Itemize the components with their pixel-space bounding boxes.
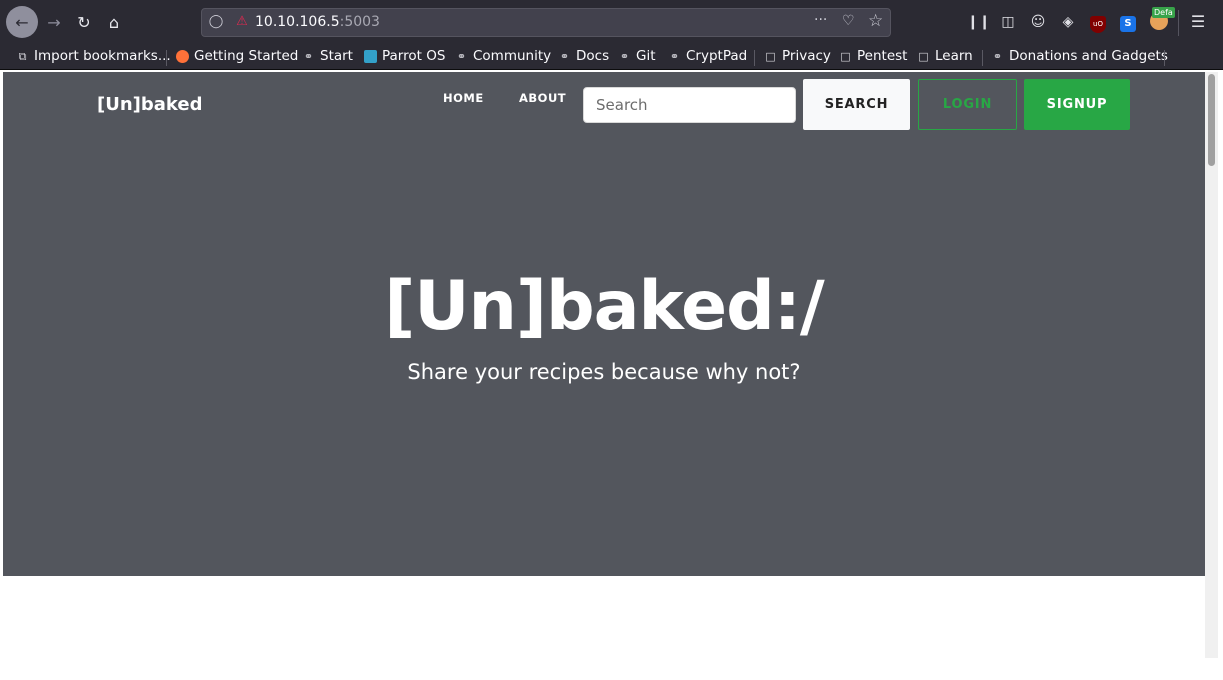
bookmark-label: Donations and Gadgets xyxy=(1009,48,1168,64)
page-actions-icon[interactable]: ··· xyxy=(814,12,827,28)
bookmark-label: Docs xyxy=(576,48,610,64)
bookmark-label: Privacy xyxy=(782,48,831,64)
scrollbar-thumb[interactable] xyxy=(1208,74,1215,166)
url-port: :5003 xyxy=(339,14,380,30)
home-button[interactable]: ⌂ xyxy=(98,6,130,38)
parrot-icon xyxy=(364,49,377,63)
arrow-left-icon: ← xyxy=(15,12,29,32)
bookmark-label: Learn xyxy=(935,48,973,64)
bookmark-divider xyxy=(166,50,167,66)
hero-section: [Un]baked HOME ABOUT SEARCH LOGIN SIGNUP… xyxy=(3,72,1205,576)
account-icon[interactable]: ☺ xyxy=(1028,12,1048,32)
signup-button[interactable]: SIGNUP xyxy=(1024,79,1130,130)
firefox-icon xyxy=(176,49,189,63)
browser-toolbar: ← → ↻ ⌂ ◯ ⚠ 10.10.106.5:5003 ··· ♡ ☆ ❙❙ … xyxy=(0,0,1223,42)
search-input[interactable] xyxy=(583,87,796,123)
sidebar-icon[interactable]: ◫ xyxy=(998,12,1018,32)
home-icon: ⌂ xyxy=(108,12,120,32)
folder-icon: □ xyxy=(918,49,929,63)
folder-icon: □ xyxy=(765,49,776,63)
bookmark-git[interactable]: ⚭ Git xyxy=(618,48,656,64)
globe-icon: ⚭ xyxy=(619,49,630,63)
nav-home-link[interactable]: HOME xyxy=(443,91,484,105)
forward-button[interactable]: → xyxy=(38,6,70,38)
toolbar-divider xyxy=(1178,10,1179,36)
extension-badge: Defa xyxy=(1152,7,1175,18)
bookmarks-bar: ⧉ Import bookmarks... Getting Started ⚭ St… xyxy=(0,42,1223,70)
nav-about-link[interactable]: ABOUT xyxy=(519,91,566,105)
bookmark-divider xyxy=(754,50,755,66)
bookmark-donations[interactable]: ⚭ Donations and Gadgets xyxy=(991,48,1168,64)
bookmark-docs[interactable]: ⚭ Docs xyxy=(558,48,609,64)
reload-icon: ↻ xyxy=(77,12,91,32)
bookmark-label: Start xyxy=(320,48,353,64)
globe-icon: ⚭ xyxy=(559,49,570,63)
hero-title: [Un]baked:/ xyxy=(384,267,825,346)
globe-icon: ⚭ xyxy=(456,49,467,63)
search-button[interactable]: SEARCH xyxy=(803,79,910,130)
insecure-lock-icon[interactable]: ⚠ xyxy=(234,14,250,30)
globe-icon: ⚭ xyxy=(992,49,1003,63)
bookmark-folder-learn[interactable]: □ Learn xyxy=(917,48,973,64)
bookmark-community[interactable]: ⚭ Community xyxy=(455,48,551,64)
bookmark-divider xyxy=(982,50,983,66)
url-host: 10.10.106.5 xyxy=(255,14,340,30)
bookmark-label: Parrot OS xyxy=(382,48,446,64)
bookmark-label: Import bookmarks... xyxy=(34,48,171,64)
bookmark-getting-started[interactable]: Getting Started xyxy=(176,48,298,64)
bookmark-label: Pentest xyxy=(857,48,908,64)
extension-face-icon[interactable]: Defa xyxy=(1149,7,1175,32)
globe-icon: ⚭ xyxy=(303,49,314,63)
extension-icon[interactable]: ◈ xyxy=(1058,12,1078,32)
bookmark-folder-pentest[interactable]: □ Pentest xyxy=(839,48,907,64)
bookmark-parrot-os[interactable]: Parrot OS xyxy=(364,48,445,64)
folder-icon: □ xyxy=(840,49,851,63)
bookmark-divider xyxy=(1164,50,1165,66)
bookmark-label: CryptPad xyxy=(686,48,748,64)
login-button[interactable]: LOGIN xyxy=(918,79,1017,130)
address-bar[interactable]: ◯ ⚠ 10.10.106.5:5003 ··· ♡ ☆ xyxy=(201,8,891,37)
bookmark-cryptpad[interactable]: ⚭ CryptPad xyxy=(668,48,747,64)
s-extension-icon[interactable]: S xyxy=(1118,12,1138,32)
url-text[interactable]: 10.10.106.5:5003 xyxy=(255,14,380,30)
bookmark-start[interactable]: ⚭ Start xyxy=(302,48,353,64)
site-brand[interactable]: [Un]baked xyxy=(97,94,203,115)
hamburger-menu-icon[interactable]: ☰ xyxy=(1188,12,1208,32)
library-icon[interactable]: ❙❙ xyxy=(967,12,990,32)
import-icon: ⧉ xyxy=(18,49,27,63)
globe-icon: ⚭ xyxy=(669,49,680,63)
bookmark-label: Community xyxy=(473,48,552,64)
bookmark-folder-privacy[interactable]: □ Privacy xyxy=(764,48,831,64)
bookmark-label: Git xyxy=(636,48,656,64)
reload-button[interactable]: ↻ xyxy=(68,6,100,38)
web-page: [Un]baked HOME ABOUT SEARCH LOGIN SIGNUP… xyxy=(3,72,1205,658)
bookmark-star-icon[interactable]: ☆ xyxy=(868,11,883,31)
bookmark-label: Getting Started xyxy=(194,48,299,64)
back-button[interactable]: ← xyxy=(6,6,38,38)
arrow-right-icon: → xyxy=(47,12,61,32)
hero-subtitle: Share your recipes because why not? xyxy=(407,360,801,384)
bookmark-import[interactable]: ⧉ Import bookmarks... xyxy=(16,48,171,64)
tracking-shield-icon[interactable]: ◯ xyxy=(208,14,224,30)
pocket-icon[interactable]: ♡ xyxy=(842,13,855,29)
ublock-origin-icon[interactable]: uO xyxy=(1088,12,1108,33)
